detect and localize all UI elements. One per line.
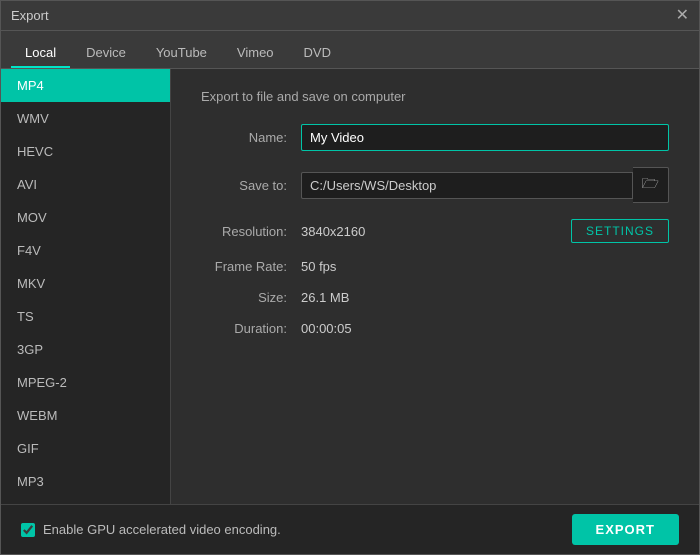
gpu-checkbox[interactable]	[21, 523, 35, 537]
size-control: 26.1 MB	[301, 290, 669, 305]
sidebar-item-ts[interactable]: TS	[1, 300, 170, 333]
duration-label: Duration:	[201, 321, 301, 336]
sidebar-item-gif[interactable]: GIF	[1, 432, 170, 465]
footer: Enable GPU accelerated video encoding. E…	[1, 504, 699, 554]
gpu-checkbox-label[interactable]: Enable GPU accelerated video encoding.	[21, 522, 281, 537]
settings-button[interactable]: SETTINGS	[571, 219, 669, 243]
name-label: Name:	[201, 130, 301, 145]
sidebar-item-mpeg2[interactable]: MPEG-2	[1, 366, 170, 399]
size-value: 26.1 MB	[301, 290, 349, 305]
save-to-input[interactable]	[301, 172, 633, 199]
sidebar-item-mov[interactable]: MOV	[1, 201, 170, 234]
resolution-row: Resolution: 3840x2160 SETTINGS	[201, 219, 669, 243]
name-row: Name:	[201, 124, 669, 151]
save-to-label: Save to:	[201, 178, 301, 193]
folder-button[interactable]: 🗁	[633, 167, 669, 203]
tab-device[interactable]: Device	[72, 39, 140, 68]
duration-control: 00:00:05	[301, 321, 669, 336]
name-control	[301, 124, 669, 151]
save-to-control: 🗁	[301, 167, 669, 203]
content-area: MP4 WMV HEVC AVI MOV F4V MKV TS 3GP MPEG…	[1, 69, 699, 504]
resolution-value: 3840x2160	[301, 224, 571, 239]
name-input[interactable]	[301, 124, 669, 151]
tab-bar: Local Device YouTube Vimeo DVD	[1, 31, 699, 69]
size-label: Size:	[201, 290, 301, 305]
sidebar-item-mkv[interactable]: MKV	[1, 267, 170, 300]
gpu-label-text: Enable GPU accelerated video encoding.	[43, 522, 281, 537]
resolution-label: Resolution:	[201, 224, 301, 239]
sidebar-item-webm[interactable]: WEBM	[1, 399, 170, 432]
sidebar-item-3gp[interactable]: 3GP	[1, 333, 170, 366]
tab-dvd[interactable]: DVD	[290, 39, 345, 68]
tab-youtube[interactable]: YouTube	[142, 39, 221, 68]
sidebar-item-hevc[interactable]: HEVC	[1, 135, 170, 168]
title-bar: Export ✕	[1, 1, 699, 31]
window-title: Export	[11, 8, 49, 23]
resolution-control: 3840x2160 SETTINGS	[301, 219, 669, 243]
sidebar-item-wmv[interactable]: WMV	[1, 102, 170, 135]
size-row: Size: 26.1 MB	[201, 290, 669, 305]
main-panel: Export to file and save on computer Name…	[171, 69, 699, 504]
section-title: Export to file and save on computer	[201, 89, 669, 104]
format-sidebar: MP4 WMV HEVC AVI MOV F4V MKV TS 3GP MPEG…	[1, 69, 171, 504]
duration-row: Duration: 00:00:05	[201, 321, 669, 336]
frame-rate-value: 50 fps	[301, 259, 336, 274]
frame-rate-row: Frame Rate: 50 fps	[201, 259, 669, 274]
frame-rate-label: Frame Rate:	[201, 259, 301, 274]
export-window: Export ✕ Local Device YouTube Vimeo DVD …	[0, 0, 700, 555]
save-to-row: Save to: 🗁	[201, 167, 669, 203]
tab-local[interactable]: Local	[11, 39, 70, 68]
sidebar-item-mp4[interactable]: MP4	[1, 69, 170, 102]
tab-vimeo[interactable]: Vimeo	[223, 39, 288, 68]
sidebar-item-mp3[interactable]: MP3	[1, 465, 170, 498]
close-icon[interactable]: ✕	[676, 8, 689, 24]
duration-value: 00:00:05	[301, 321, 352, 336]
sidebar-item-avi[interactable]: AVI	[1, 168, 170, 201]
sidebar-item-f4v[interactable]: F4V	[1, 234, 170, 267]
frame-rate-control: 50 fps	[301, 259, 669, 274]
export-button[interactable]: EXPORT	[572, 514, 679, 545]
